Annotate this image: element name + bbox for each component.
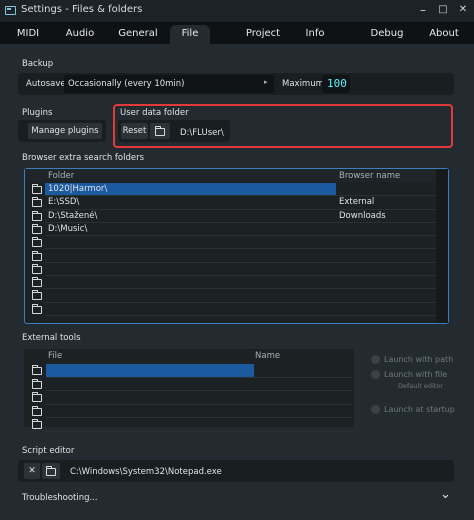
folder-icon[interactable]	[32, 263, 42, 274]
table-row[interactable]	[25, 289, 436, 303]
window-title: Settings - Files & folders	[21, 4, 143, 15]
column-folder: Folder	[48, 171, 75, 181]
title-bar: Settings - Files & folders – □ ✕	[0, 0, 474, 22]
table-row[interactable]	[25, 303, 436, 316]
autosave-label: Autosave	[26, 79, 66, 89]
launch-at-startup-label: Launch at startup	[384, 405, 455, 414]
column-browser-name: Browser name	[339, 171, 401, 181]
table-row[interactable]: 1020|Harmor\	[25, 183, 436, 197]
script-editor-path: C:\Windows\System32\Notepad.exe	[70, 467, 222, 477]
table-row[interactable]	[25, 250, 436, 263]
table-scrollbar[interactable]	[436, 169, 448, 323]
launch-with-file-label: Launch with file	[384, 370, 448, 379]
folder-icon[interactable]	[32, 197, 42, 208]
user-data-title: User data folder	[120, 108, 189, 118]
tab-debug[interactable]: Debug	[364, 25, 410, 44]
row-divider	[45, 314, 436, 316]
folder-icon[interactable]	[32, 277, 42, 288]
folder-icon	[155, 126, 165, 136]
window-icon	[5, 6, 16, 15]
row-divider	[46, 390, 352, 391]
row-divider	[46, 376, 352, 378]
tab-file[interactable]: File	[170, 25, 210, 44]
table-row[interactable]	[25, 236, 436, 250]
folder-path: D:\Music\	[48, 223, 88, 234]
browser-name: External	[339, 197, 375, 208]
troubleshooting-section[interactable]: Troubleshooting... ⌄	[0, 485, 474, 511]
column-name: Name	[255, 351, 281, 361]
browse-folder-button[interactable]	[150, 123, 170, 139]
tab-info[interactable]: Info	[298, 25, 332, 44]
tab-general[interactable]: General	[112, 25, 164, 44]
folder-icon[interactable]	[32, 237, 42, 248]
manage-plugins-button[interactable]: Manage plugins	[28, 123, 102, 139]
folder-icon[interactable]	[32, 392, 42, 402]
folder-icon[interactable]	[32, 250, 42, 261]
user-data-path: D:\FLUser\	[180, 128, 224, 138]
folder-icon[interactable]	[32, 419, 42, 429]
table-row[interactable]	[25, 263, 436, 277]
backup-title: Backup	[22, 59, 54, 69]
folder-icon[interactable]	[32, 378, 42, 389]
tab-audio[interactable]: Audio	[58, 25, 102, 44]
table-row[interactable]: D:\Stažené\ Downloads	[25, 210, 436, 223]
tab-bar: MIDI Audio General File Project Info Deb…	[0, 22, 474, 44]
folder-icon[interactable]	[32, 365, 42, 375]
launch-with-path-label: Launch with path	[384, 355, 454, 364]
launch-with-path-toggle[interactable]	[371, 355, 380, 364]
launch-at-startup-toggle[interactable]	[371, 405, 380, 414]
chevron-down-icon: ⌄	[440, 487, 451, 502]
folder-path: 1020|Harmor\	[48, 184, 108, 194]
minimize-button[interactable]: –	[416, 3, 430, 17]
maximize-button[interactable]: □	[436, 3, 450, 17]
folder-icon[interactable]	[32, 290, 42, 301]
table-row[interactable]: D:\Music\	[25, 223, 436, 237]
row-divider	[46, 403, 352, 405]
autosave-dropdown[interactable]: Occasionally (every 10min) ▸	[64, 75, 274, 93]
maximum-input[interactable]: 100	[322, 75, 350, 93]
close-button[interactable]: ✕	[456, 3, 470, 17]
row-divider	[46, 417, 352, 418]
tab-midi[interactable]: MIDI	[8, 25, 48, 44]
row-divider	[46, 430, 352, 432]
column-file: File	[48, 351, 63, 361]
external-tools-title: External tools	[22, 333, 81, 343]
table-row[interactable]: E:\SSD\ External	[25, 196, 436, 210]
folder-icon[interactable]	[32, 223, 42, 234]
script-editor-title: Script editor	[22, 446, 75, 456]
selected-cell	[46, 364, 254, 377]
browse-script-editor-button[interactable]	[42, 463, 60, 479]
default-editor-label: Default editor	[398, 382, 443, 390]
browser-folders-title: Browser extra search folders	[22, 153, 145, 163]
autosave-value: Occasionally (every 10min)	[68, 79, 185, 89]
dropdown-arrow-icon: ▸	[264, 78, 268, 86]
tab-about[interactable]: About	[424, 25, 464, 44]
settings-panel: Backup Autosave Occasionally (every 10mi…	[0, 44, 474, 520]
folder-icon[interactable]	[32, 210, 42, 221]
plugins-title: Plugins	[22, 108, 53, 118]
folder-icon[interactable]	[32, 303, 42, 314]
folder-path: E:\SSD\	[48, 197, 80, 208]
maximum-value: 100	[327, 77, 347, 90]
reset-button[interactable]: Reset	[121, 123, 148, 139]
browser-folders-table: Folder Browser name 1020|Harmor\ E:\SSD\ E…	[24, 168, 449, 324]
browser-name: Downloads	[339, 210, 386, 221]
tab-project[interactable]: Project	[240, 25, 286, 44]
table-row[interactable]	[25, 276, 436, 290]
maximum-label: Maximum	[282, 79, 324, 89]
folder-icon	[46, 466, 56, 476]
troubleshooting-label: Troubleshooting...	[22, 493, 98, 503]
table-header: Folder Browser name	[25, 169, 448, 182]
folder-icon[interactable]	[32, 184, 42, 194]
external-tools-table: File Name	[24, 349, 354, 432]
folder-icon[interactable]	[32, 405, 42, 416]
launch-with-file-toggle[interactable]	[371, 370, 380, 379]
clear-script-editor-button[interactable]: ✕	[24, 463, 40, 479]
folder-path: D:\Stažené\	[48, 210, 98, 221]
